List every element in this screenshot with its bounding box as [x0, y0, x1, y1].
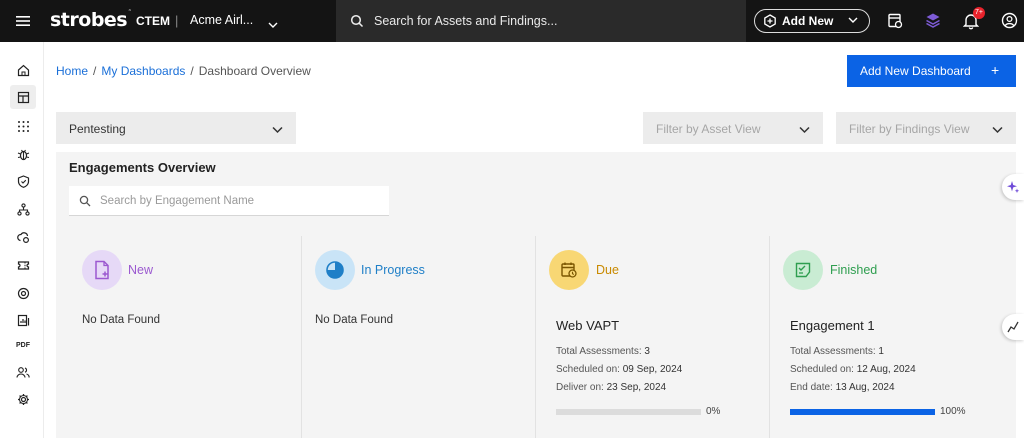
column-new: New No Data Found — [56, 236, 289, 438]
column-label: New — [128, 263, 154, 277]
ai-assistant-sparkle-icon[interactable] — [1002, 174, 1024, 200]
plus-icon: + — [991, 62, 1000, 78]
engagement-search-placeholder: Search by Engagement Name — [100, 195, 255, 207]
deliver-on: Deliver on: 23 Sep, 2024 — [556, 382, 667, 393]
pie-progress-icon — [315, 250, 355, 290]
total-assessments: Total Assessments: 3 — [556, 346, 650, 357]
ticket-icon — [17, 260, 29, 270]
column-label: Due — [596, 263, 619, 277]
progress-percent: 0% — [706, 406, 721, 417]
progress-bar — [790, 409, 935, 415]
chevron-down-icon — [992, 123, 1003, 137]
sidebar-item-tickets[interactable] — [10, 253, 36, 277]
add-new-label: Add New — [782, 14, 834, 28]
empty-state-text: No Data Found — [82, 314, 160, 326]
notification-badge: 7+ — [973, 7, 985, 19]
progress-bar — [556, 409, 701, 415]
sidebar-item-scans[interactable] — [10, 225, 36, 249]
pdf-icon: PDF — [16, 341, 30, 349]
end-date: End date: 13 Aug, 2024 — [790, 382, 895, 393]
chevron-down-icon — [799, 123, 810, 137]
add-new-dashboard-button[interactable]: Add New Dashboard + — [847, 55, 1016, 87]
column-finished: Finished Engagement 1 Total Assessments:… — [769, 236, 1003, 438]
engagements-overview-panel: Engagements Overview Search by Engagemen… — [56, 152, 1016, 438]
search-placeholder: Search for Assets and Findings... — [374, 14, 558, 28]
org-selector[interactable]: Acme Airl... — [190, 13, 253, 27]
chevron-down-icon — [272, 123, 283, 137]
breadcrumb-home[interactable]: Home — [56, 64, 88, 78]
shield-icon — [17, 174, 29, 188]
hierarchy-icon — [16, 202, 30, 216]
breadcrumb: Home / My Dashboards / Dashboard Overview — [56, 64, 311, 78]
dashboard-select[interactable]: Pentesting — [56, 112, 296, 144]
breadcrumb-separator: / — [93, 64, 97, 78]
menu-icon[interactable] — [8, 0, 38, 42]
add-new-icon — [763, 14, 777, 31]
breadcrumb-current: Dashboard Overview — [198, 64, 311, 78]
breadcrumb-my-dashboards[interactable]: My Dashboards — [101, 64, 185, 78]
column-due: Due Web VAPT Total Assessments: 3 Schedu… — [535, 236, 769, 438]
scheduled-on: Scheduled on: 12 Aug, 2024 — [790, 364, 916, 375]
layers-icon[interactable] — [925, 12, 941, 34]
strobes-logo[interactable]: strobes˜ — [50, 9, 132, 31]
user-profile-icon[interactable] — [1001, 12, 1018, 34]
column-in-progress: In Progress No Data Found — [301, 236, 535, 438]
cloud-scan-icon — [16, 231, 29, 243]
engagement-search-input[interactable]: Search by Engagement Name — [69, 186, 389, 216]
target-icon — [17, 287, 29, 299]
sidebar-item-dashboards[interactable] — [10, 85, 36, 109]
product-name: CTEM — [136, 14, 170, 28]
sidebar-item-vulnerabilities[interactable] — [10, 169, 36, 193]
sidebar-item-settings[interactable] — [10, 387, 36, 411]
engagement-name: Engagement 1 — [790, 318, 875, 333]
trend-chart-icon[interactable] — [1002, 314, 1024, 340]
column-label: In Progress — [361, 263, 425, 277]
grid-dots-icon — [17, 120, 29, 132]
sidebar-item-findings[interactable] — [10, 142, 36, 166]
breadcrumb-separator: / — [190, 64, 194, 78]
findings-view-placeholder: Filter by Findings View — [849, 122, 970, 136]
sidebar-item-pdf[interactable]: PDF — [10, 333, 36, 357]
progress-percent: 100% — [940, 406, 966, 417]
findings-view-filter[interactable]: Filter by Findings View — [836, 112, 1016, 144]
total-assessments: Total Assessments: 1 — [790, 346, 884, 357]
sidebar: PDF — [0, 42, 44, 438]
report-chart-icon — [17, 314, 29, 326]
dashboard-icon — [17, 91, 29, 103]
asset-view-filter[interactable]: Filter by Asset View — [643, 112, 823, 144]
sidebar-item-targets[interactable] — [10, 281, 36, 305]
chevron-down-icon[interactable] — [268, 16, 278, 34]
sidebar-item-reports[interactable] — [10, 308, 36, 332]
gear-icon — [17, 393, 29, 405]
dashboard-select-value: Pentesting — [69, 122, 126, 136]
divider: | — [175, 13, 179, 28]
sidebar-item-attack-surface[interactable] — [10, 197, 36, 221]
bug-icon — [17, 149, 29, 160]
column-label: Finished — [830, 263, 878, 277]
users-icon — [16, 366, 30, 378]
sidebar-item-home[interactable] — [10, 58, 36, 82]
add-new-dashboard-label: Add New Dashboard — [860, 64, 971, 78]
scheduler-icon[interactable] — [887, 12, 903, 34]
new-file-icon — [82, 250, 122, 290]
calendar-clock-icon — [549, 250, 589, 290]
engagement-name: Web VAPT — [556, 318, 620, 333]
chevron-down-icon — [848, 14, 858, 29]
checklist-icon — [783, 250, 823, 290]
sidebar-item-users[interactable] — [10, 360, 36, 384]
asset-view-placeholder: Filter by Asset View — [656, 122, 761, 136]
search-icon — [79, 195, 91, 210]
global-search-input[interactable]: Search for Assets and Findings... — [336, 0, 746, 42]
progress-fill — [790, 409, 935, 415]
sidebar-item-assets[interactable] — [10, 114, 36, 138]
home-icon — [17, 64, 29, 76]
scheduled-on: Scheduled on: 09 Sep, 2024 — [556, 364, 683, 375]
empty-state-text: No Data Found — [315, 314, 393, 326]
search-icon — [350, 14, 364, 31]
panel-title: Engagements Overview — [69, 160, 216, 175]
add-new-button[interactable]: Add New — [754, 9, 870, 33]
top-bar: strobes˜ CTEM | Acme Airl... Search for … — [0, 0, 1024, 42]
